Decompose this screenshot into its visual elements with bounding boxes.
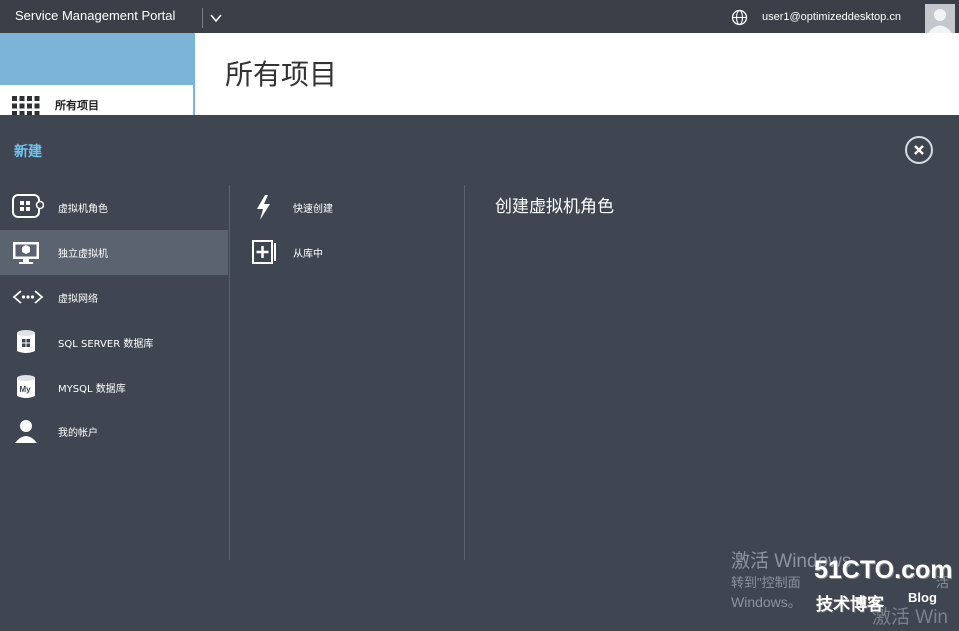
avatar[interactable]: [925, 4, 955, 33]
category-vm-role[interactable]: 虚拟机角色: [0, 185, 228, 230]
logo-sub: 技术博客: [816, 595, 884, 615]
page-title: 所有项目: [225, 58, 338, 91]
globe-icon[interactable]: [731, 9, 748, 26]
category-my-account[interactable]: 我的帐户: [0, 409, 228, 454]
option-from-gallery[interactable]: 从库中: [248, 230, 458, 274]
option-quick-create[interactable]: 快速创建: [248, 185, 458, 229]
app-title[interactable]: Service Management Portal: [15, 8, 175, 23]
close-icon: [914, 145, 924, 155]
option-label: 从库中: [293, 249, 323, 260]
category-label: MYSQL 数据库: [58, 384, 126, 395]
header-divider: [202, 8, 203, 28]
category-label: SQL SERVER 数据库: [58, 339, 154, 350]
activation-watermark-text: Windows。: [731, 594, 802, 610]
sidebar-item-label: 所有项目: [55, 99, 99, 112]
new-panel: 新建 虚拟机角色 独立虚拟机 虚拟网络 SQL SERVER 数据库 My MY…: [0, 115, 959, 631]
category-label: 我的帐户: [58, 428, 98, 439]
user-email[interactable]: user1@optimizeddesktop.cn: [762, 11, 901, 23]
category-label: 独立虚拟机: [58, 249, 108, 260]
svg-text:My: My: [20, 385, 32, 394]
sql-db-icon: [12, 328, 42, 356]
network-icon: [12, 283, 44, 311]
category-mysql-db[interactable]: My MYSQL 数据库: [0, 365, 228, 410]
vm-role-icon: [12, 193, 45, 221]
logo-blog: Blog: [908, 590, 937, 605]
option-label: 快速创建: [293, 204, 333, 215]
activation-watermark-text: 转到"控制面: [731, 575, 801, 590]
sidebar: 所有项目: [0, 33, 195, 133]
mysql-db-icon: My: [12, 373, 42, 401]
main-header: 所有项目: [195, 33, 959, 115]
new-panel-title: 新建: [14, 144, 42, 160]
top-bar: Service Management Portal user1@optimize…: [0, 0, 959, 33]
column-divider: [464, 185, 465, 560]
person-icon: [12, 417, 42, 445]
monitor-icon: [12, 238, 42, 266]
detail-title: 创建虚拟机角色: [495, 197, 614, 217]
logo-main: 51CTO.com: [814, 556, 953, 584]
close-button[interactable]: [905, 136, 933, 164]
category-label: 虚拟网络: [58, 294, 98, 305]
gallery-add-icon: [251, 238, 279, 266]
column-divider: [229, 185, 230, 560]
site-logo: 51CTO.com 技术博客 Blog: [814, 556, 956, 616]
category-sql-db[interactable]: SQL SERVER 数据库: [0, 320, 228, 365]
lightning-icon: [251, 193, 279, 221]
chevron-down-icon[interactable]: [209, 10, 223, 24]
category-label: 虚拟机角色: [58, 204, 108, 215]
category-standalone-vm[interactable]: 独立虚拟机: [0, 230, 228, 275]
category-virtual-network[interactable]: 虚拟网络: [0, 275, 228, 320]
